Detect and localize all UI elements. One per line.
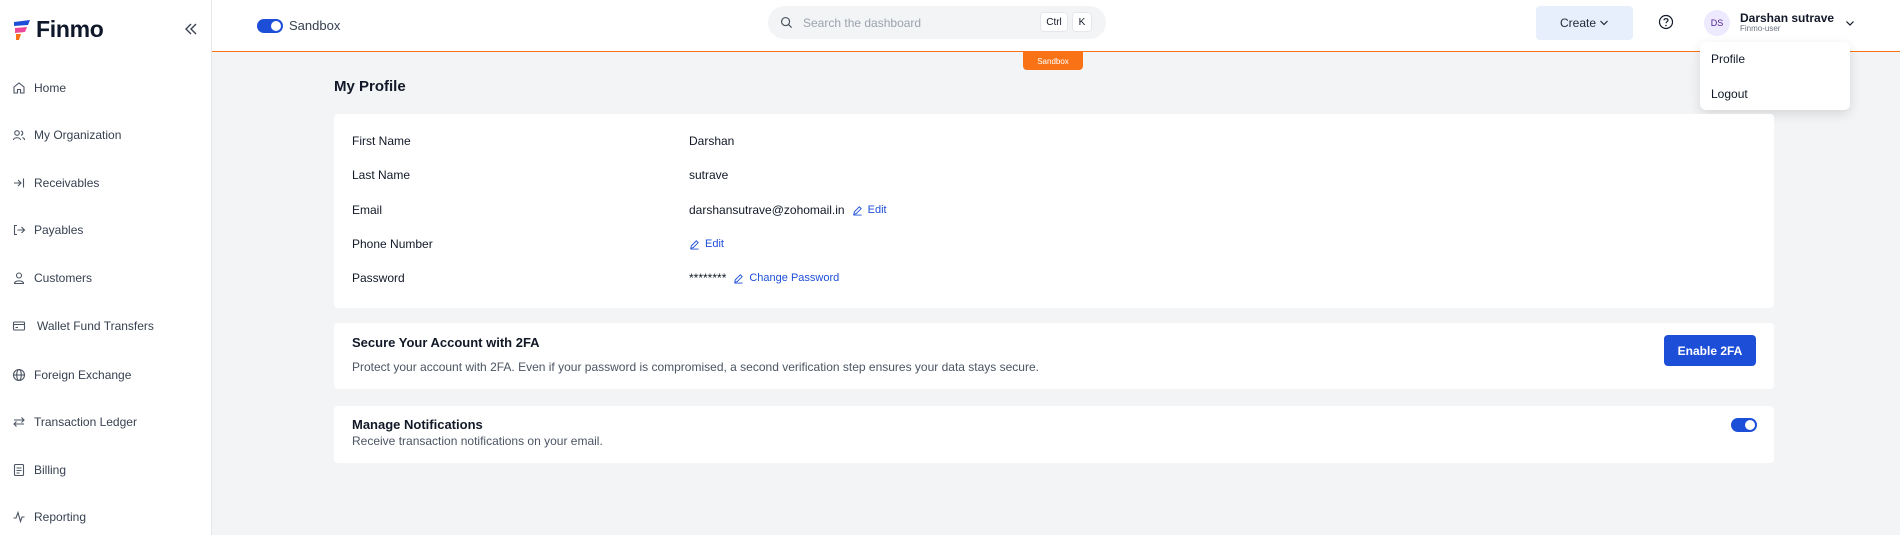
edit-email-link[interactable]: Edit — [852, 204, 887, 216]
twofa-card: Secure Your Account with 2FA Protect you… — [334, 323, 1774, 389]
first-name-label: First Name — [352, 134, 411, 148]
search-icon — [780, 16, 793, 29]
sidebar-item-wallet-fund-transfers[interactable]: Wallet Fund Transfers — [12, 316, 154, 336]
email-label: Email — [352, 203, 383, 217]
sidebar-item-customers[interactable]: Customers — [12, 268, 92, 288]
pencil-icon — [734, 273, 744, 284]
document-icon — [12, 463, 26, 477]
pencil-icon — [852, 205, 862, 216]
sidebar-item-label: Reporting — [34, 510, 87, 524]
enable-2fa-button[interactable]: Enable 2FA — [1664, 335, 1756, 366]
shortcut-k-key: K — [1072, 12, 1092, 32]
arrow-in-icon — [12, 176, 26, 190]
users-icon — [12, 128, 26, 142]
sidebar-item-my-organization[interactable]: My Organization — [12, 125, 121, 145]
collapse-sidebar-icon[interactable] — [183, 21, 199, 37]
create-button[interactable]: Create — [1536, 6, 1633, 40]
sidebar-item-label: Home — [34, 81, 67, 95]
change-password-label: Change Password — [749, 272, 840, 284]
sidebar-item-label: Wallet Fund Transfers — [37, 319, 154, 333]
sidebar-item-label: Foreign Exchange — [34, 368, 132, 382]
menu-item-logout[interactable]: Logout — [1711, 87, 1748, 101]
sidebar-item-label: My Organization — [34, 128, 122, 142]
arrow-out-icon — [12, 223, 26, 237]
sidebar-item-foreign-exchange[interactable]: Foreign Exchange — [12, 365, 131, 385]
notifications-card: Manage Notifications Receive transaction… — [334, 406, 1774, 463]
sidebar-item-label: Billing — [34, 463, 67, 477]
page-title: My Profile — [334, 78, 406, 95]
create-label: Create — [1559, 16, 1597, 30]
edit-phone-link[interactable]: Edit — [689, 238, 724, 250]
user-menu-trigger[interactable]: DS Darshan sutrave Finmo-user — [1704, 10, 1856, 36]
sidebar-item-payables[interactable]: Payables — [12, 220, 83, 240]
exchange-icon — [12, 415, 26, 429]
sidebar-item-transaction-ledger[interactable]: Transaction Ledger — [12, 412, 137, 432]
email-value: darshansutrave@zohomail.in Edit — [689, 203, 887, 217]
globe-icon — [12, 368, 26, 382]
sidebar-item-receivables[interactable]: Receivables — [12, 173, 99, 193]
sidebar-item-billing[interactable]: Billing — [12, 460, 66, 480]
search-bar[interactable]: Ctrl K — [768, 6, 1106, 39]
edit-label: Edit — [705, 238, 724, 250]
pencil-icon — [690, 239, 699, 250]
twofa-title: Secure Your Account with 2FA — [352, 335, 540, 350]
first-name-text: Darshan — [689, 134, 735, 148]
last-name-value: sutrave — [689, 168, 728, 182]
sidebar-item-home[interactable]: Home — [12, 78, 66, 98]
sandbox-label: Sandbox — [289, 18, 341, 33]
chevron-down-icon — [1600, 20, 1608, 26]
notifications-toggle[interactable] — [1731, 418, 1757, 432]
phone-value: Edit — [689, 238, 724, 250]
finmo-logo[interactable]: Finmo — [12, 16, 104, 43]
edit-label: Edit — [867, 204, 887, 216]
profile-card: First Name Darshan Last Name sutrave Ema… — [334, 114, 1774, 308]
wallet-icon — [12, 319, 26, 333]
sandbox-badge: Sandbox — [1023, 52, 1083, 70]
sandbox-toggle[interactable]: Sandbox — [257, 18, 340, 33]
sidebar: Finmo Home My Organization Receivables P… — [0, 0, 212, 535]
password-mask: ******** — [689, 271, 727, 285]
first-name-value: Darshan — [689, 134, 734, 148]
user-dropdown-menu: Profile Logout — [1700, 42, 1850, 110]
email-text: darshansutrave@zohomail.in — [689, 203, 845, 217]
search-input[interactable] — [803, 15, 1023, 30]
sidebar-item-label: Payables — [34, 223, 84, 237]
chevron-down-icon — [1846, 21, 1854, 26]
help-icon[interactable] — [1658, 14, 1674, 30]
twofa-description: Protect your account with 2FA. Even if y… — [352, 360, 1039, 374]
last-name-text: sutrave — [689, 168, 729, 182]
activity-icon — [12, 510, 26, 524]
sidebar-item-label: Transaction Ledger — [34, 415, 137, 429]
sandbox-toggle-switch[interactable] — [257, 18, 283, 33]
password-value: ******** Change Password — [689, 271, 839, 285]
menu-item-profile[interactable]: Profile — [1711, 52, 1745, 66]
home-icon — [12, 81, 26, 95]
logo-text: Finmo — [36, 16, 104, 42]
notifications-title: Manage Notifications — [352, 417, 483, 432]
finmo-logo-icon — [14, 19, 30, 40]
last-name-label: Last Name — [352, 168, 411, 182]
avatar: DS — [1704, 10, 1730, 36]
shortcut-ctrl-key: Ctrl — [1040, 12, 1068, 32]
sidebar-item-label: Receivables — [34, 176, 100, 190]
sidebar-item-reporting[interactable]: Reporting — [12, 507, 86, 527]
sidebar-item-label: Customers — [34, 271, 93, 285]
user-info: Darshan sutrave Finmo-user — [1740, 11, 1834, 34]
notifications-description: Receive transaction notifications on you… — [352, 434, 603, 448]
phone-label: Phone Number — [352, 237, 433, 251]
password-label: Password — [352, 271, 405, 285]
user-role: Finmo-user — [1740, 24, 1781, 34]
change-password-link[interactable]: Change Password — [733, 272, 839, 284]
top-header: Sandbox Ctrl K Create DS Darshan sutrave… — [212, 0, 1900, 52]
user-icon — [12, 271, 26, 285]
